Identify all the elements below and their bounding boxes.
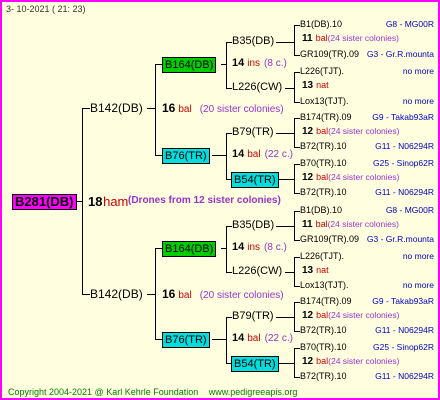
gen4-reference[interactable]: G25 - Sinop62R <box>373 159 434 168</box>
gen4-info: 11 bal(24 sister colonies) <box>302 220 399 230</box>
gen4-info: 12 bal(24 sister colonies) <box>302 173 399 183</box>
gen4-queen-id[interactable]: GR109(TR).09 <box>300 235 359 244</box>
gen2-info-2: 14 bal (22 c.) <box>232 148 293 160</box>
gen2-queen-2[interactable]: B76(TR) <box>162 148 210 164</box>
gen4-queen-id[interactable]: B72(TR).10 <box>300 372 347 381</box>
gen4-note: (24 sister colonies) <box>327 33 399 43</box>
date-stamp: 3- 10-2021 ( 21: 23) <box>6 4 86 14</box>
gen4-info: 12 bal(24 sister colonies) <box>302 127 399 137</box>
gen4-queen-id[interactable]: GR109(TR).09 <box>300 50 359 59</box>
gen1-info-1: 16 bal (20 sister colonies) <box>162 101 284 115</box>
gen4-queen-id[interactable]: B1(DB).10 <box>300 20 342 29</box>
gen3-queen-1[interactable]: B35(DB) <box>232 36 274 47</box>
gen4-race: nat <box>316 80 329 90</box>
gen4-note: (24 sister colonies) <box>328 172 400 182</box>
gen4-reference[interactable]: G3 - Gr.R.mounta <box>367 50 434 59</box>
root-info: 18 ham <box>88 194 129 209</box>
footer: Copyright 2004-2021 @ Karl Kehrle Founda… <box>8 388 297 397</box>
gen4-year: 13 <box>302 80 314 91</box>
gen4-note: (24 sister colonies) <box>327 219 399 229</box>
root-note: (Drones from 12 sister colonies) <box>128 195 281 206</box>
gen4-reference[interactable]: no more <box>403 97 434 106</box>
gen4-queen-id[interactable]: B174(TR).09 <box>300 113 352 122</box>
gen4-race: bal <box>316 172 329 182</box>
gen4-queen-id[interactable]: L226(TJT). <box>300 67 344 76</box>
gen4-year: 13 <box>302 265 314 276</box>
gen4-queen-id[interactable]: B70(TR).10 <box>300 343 347 352</box>
gen4-year: 11 <box>302 219 313 230</box>
gen4-reference[interactable]: G11 - N06294R <box>375 188 434 197</box>
gen4-queen-id[interactable]: Lox13(TJT). <box>300 281 349 290</box>
gen4-queen-id[interactable]: B72(TR).10 <box>300 142 347 151</box>
gen1-queen-1[interactable]: B142(DB) <box>90 102 143 114</box>
gen4-queen-id[interactable]: B1(DB).10 <box>300 206 342 215</box>
gen4-race: bal <box>316 310 329 320</box>
gen2-info-4: 14 bal (22 c.) <box>232 332 293 344</box>
gen3-queen-2[interactable]: L226(CW) <box>232 82 282 93</box>
gen4-info: 13 nat <box>302 266 329 276</box>
gen4-queen-id[interactable]: B174(TR).09 <box>300 297 352 306</box>
gen2-info-1: 14 ins (8 c.) <box>232 57 287 69</box>
gen2-queen-3[interactable]: B164(DB) <box>162 241 217 257</box>
gen4-year: 11 <box>302 33 313 44</box>
gen4-note: (24 sister colonies) <box>328 126 400 136</box>
gen4-reference[interactable]: G11 - N06294R <box>375 142 434 151</box>
root-queen-id[interactable]: B281(DB) <box>12 194 77 210</box>
gen4-reference[interactable]: G3 - Gr.R.mounta <box>367 235 434 244</box>
gen2-queen-4[interactable]: B76(TR) <box>162 332 210 348</box>
gen4-race: bal <box>316 356 329 366</box>
site-link[interactable]: www.pedigreeapis.org <box>209 387 298 397</box>
gen4-reference[interactable]: G9 - Takab93aR <box>372 113 434 122</box>
gen4-reference[interactable]: G25 - Sinop62R <box>373 343 434 352</box>
gen3-queen-6[interactable]: L226(CW) <box>232 266 282 277</box>
gen4-race: nat <box>316 265 329 275</box>
gen4-queen-id[interactable]: Lox13(TJT). <box>300 97 349 106</box>
gen3-queen-8[interactable]: B54(TR) <box>231 356 279 372</box>
gen4-note: (24 sister colonies) <box>328 310 400 320</box>
gen4-race: bal <box>316 126 329 136</box>
gen4-queen-id[interactable]: B72(TR).10 <box>300 188 347 197</box>
gen4-year: 12 <box>302 356 314 367</box>
pedigree-frame: 3- 10-2021 ( 21: 23) B281(DB) 18 ham (Dr… <box>0 0 440 400</box>
gen4-reference[interactable]: no more <box>403 281 434 290</box>
copyright-text: Copyright 2004-2021 @ Karl Kehrle Founda… <box>8 387 199 397</box>
gen3-queen-3[interactable]: B79(TR) <box>232 127 274 138</box>
gen1-info-2: 16 bal (20 sister colonies) <box>162 287 284 301</box>
gen4-queen-id[interactable]: L226(TJT). <box>300 252 344 261</box>
gen4-reference[interactable]: no more <box>403 252 434 261</box>
gen4-race: bal <box>315 33 328 43</box>
gen4-reference[interactable]: G8 - MG00R <box>386 206 434 215</box>
gen4-info: 11 bal(24 sister colonies) <box>302 34 399 44</box>
gen4-year: 12 <box>302 172 314 183</box>
gen4-year: 12 <box>302 126 314 137</box>
gen4-queen-id[interactable]: B72(TR).10 <box>300 326 347 335</box>
gen3-queen-4[interactable]: B54(TR) <box>231 172 279 188</box>
gen4-queen-id[interactable]: B70(TR).10 <box>300 159 347 168</box>
gen3-queen-7[interactable]: B79(TR) <box>232 311 274 322</box>
gen4-info: 13 nat <box>302 81 329 91</box>
gen4-race: bal <box>315 219 328 229</box>
gen3-queen-5[interactable]: B35(DB) <box>232 220 274 231</box>
gen4-year: 12 <box>302 310 314 321</box>
gen4-info: 12 bal(24 sister colonies) <box>302 311 399 321</box>
gen1-queen-2[interactable]: B142(DB) <box>90 288 143 300</box>
gen4-reference[interactable]: G11 - N06294R <box>375 326 434 335</box>
gen2-info-3: 14 ins (8 c.) <box>232 241 287 253</box>
gen4-reference[interactable]: G9 - Takab93aR <box>372 297 434 306</box>
gen4-reference[interactable]: G11 - N06294R <box>375 372 434 381</box>
gen4-note: (24 sister colonies) <box>328 356 400 366</box>
gen4-reference[interactable]: G8 - MG00R <box>386 20 434 29</box>
gen4-info: 12 bal(24 sister colonies) <box>302 357 399 367</box>
gen4-reference[interactable]: no more <box>403 67 434 76</box>
gen2-queen-1[interactable]: B164(DB) <box>162 57 217 73</box>
